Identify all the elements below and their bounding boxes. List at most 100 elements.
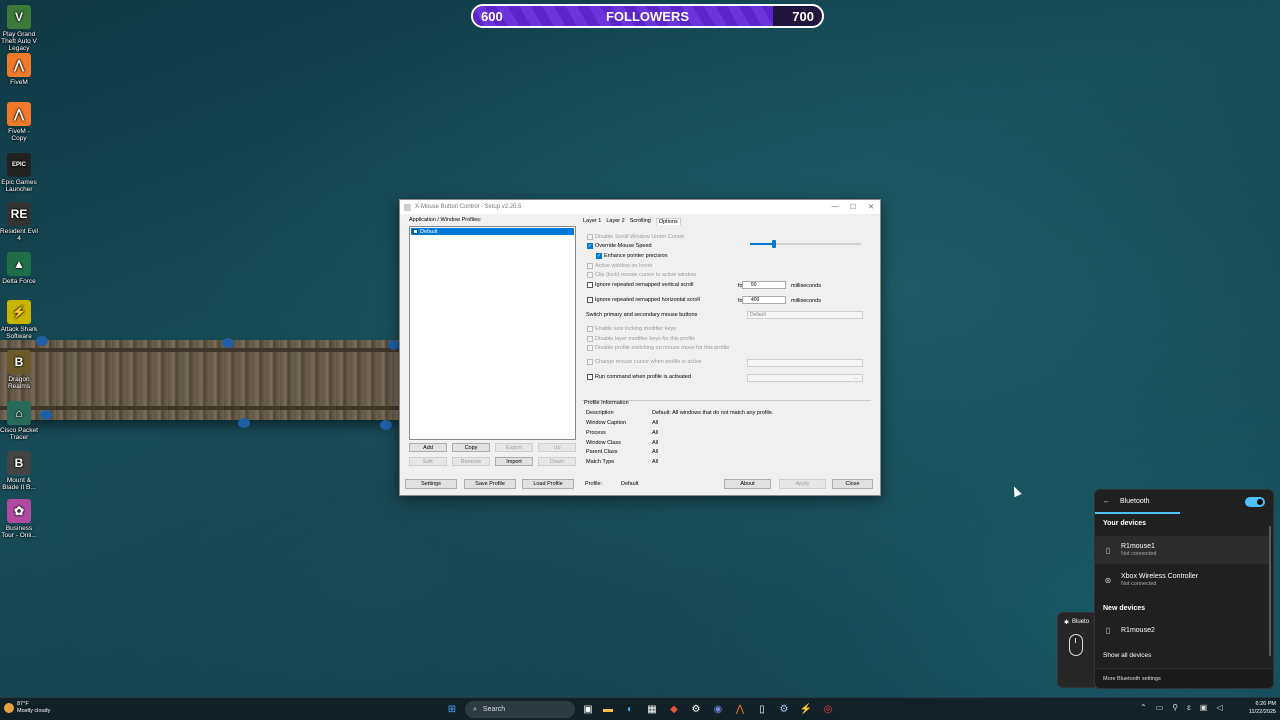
close-icon[interactable]: ✕ (862, 203, 880, 211)
option-disable-scroll[interactable]: Disable Scroll Window Under Cursor (587, 234, 684, 240)
minimize-icon[interactable]: — (826, 203, 844, 211)
add-button[interactable]: Add (409, 443, 447, 452)
xmbc-taskbar-icon[interactable]: ▯ (754, 702, 770, 717)
about-button[interactable]: About (724, 479, 771, 489)
run-command-input[interactable]: ... (747, 374, 863, 382)
slider-thumb[interactable] (772, 240, 776, 248)
bluetooth-notification-card[interactable]: ✱ Blueto (1057, 612, 1095, 688)
apply-button[interactable]: Apply (779, 479, 826, 489)
discord-icon[interactable]: ◉ (710, 702, 726, 717)
device-item-xbox-controller[interactable]: ⊛ Xbox Wireless Controller Not connected (1095, 566, 1269, 594)
attack-shark-icon[interactable]: ⚡ (798, 702, 814, 717)
checkbox-icon[interactable] (587, 234, 593, 240)
close-button[interactable]: Close (832, 479, 873, 489)
checkbox-icon[interactable] (587, 263, 593, 269)
checkbox-icon[interactable]: ✓ (587, 243, 593, 249)
device-item-r1mouse1[interactable]: ▯ R1mouse1 Not connected (1095, 536, 1269, 564)
option-disable-layer-modifier[interactable]: Disable layer modifier keys for this pro… (587, 336, 695, 342)
camera-icon[interactable]: ▭ (1156, 703, 1164, 712)
edge-icon[interactable]: ◐ (622, 702, 638, 717)
profile-item-default[interactable]: Default (411, 228, 574, 235)
steam-icon[interactable]: ⚙ (776, 702, 792, 717)
settings-icon[interactable]: ⚙ (688, 702, 704, 717)
desktop-icon[interactable]: EPIC Epic Games Launcher (0, 153, 38, 193)
desktop-icon-label: Delta Force (2, 278, 36, 285)
desktop-icon[interactable]: ⌂ Cisco Packet Tracer (0, 401, 38, 441)
obs-icon[interactable]: ◎ (820, 702, 836, 717)
fivem-icon[interactable]: ⋀ (732, 702, 748, 717)
tab-layer-1[interactable]: Layer 1 (583, 218, 601, 225)
checkbox-icon[interactable] (587, 359, 593, 365)
tab-layer-2[interactable]: Layer 2 (606, 218, 624, 225)
back-arrow-icon[interactable]: ← (1103, 498, 1110, 505)
checkbox-icon[interactable]: ✓ (596, 253, 602, 259)
tab-scrolling[interactable]: Scrolling (630, 218, 651, 225)
down-button[interactable]: Down (538, 457, 576, 466)
switch-buttons-select[interactable]: Default (747, 311, 863, 319)
bluetooth-toggle[interactable] (1245, 497, 1265, 507)
checkbox-icon[interactable] (587, 282, 593, 288)
scrollbar[interactable] (1269, 526, 1271, 656)
option-enhance-precision[interactable]: ✓ Enhance pointer precision (596, 253, 668, 259)
checkbox-icon[interactable] (587, 374, 593, 380)
desktop-icon[interactable]: B Mount & Blade II B... (0, 451, 38, 491)
checkbox-icon[interactable] (413, 229, 418, 234)
mouse-speed-slider[interactable] (750, 240, 861, 248)
option-change-cursor[interactable]: Change mouse cursor when profile is acti… (587, 359, 702, 365)
checkbox-icon[interactable] (587, 272, 593, 278)
option-ignore-horizontal[interactable]: Ignore repeated remapped horizontal scro… (587, 297, 700, 303)
load-profile-button[interactable]: Load Profile (522, 479, 574, 489)
start-icon[interactable]: ⊞ (444, 702, 460, 717)
export-button[interactable]: Export (495, 443, 533, 452)
file-explorer-icon[interactable]: ▬ (600, 702, 616, 717)
desktop-icon[interactable]: ▲ Delta Force (0, 252, 38, 285)
option-axis-locking[interactable]: Enable axis locking modifier keys (587, 326, 676, 332)
desktop-icon[interactable]: ✿ Business Tour - Onli... (0, 499, 38, 539)
option-run-command[interactable]: Run command when profile is activated (587, 374, 691, 380)
settings-button[interactable]: Settings (405, 479, 457, 489)
option-ignore-vertical[interactable]: Ignore repeated remapped vertical scroll (587, 282, 693, 288)
language-icon[interactable]: ɛ (1187, 703, 1191, 712)
copy-button[interactable]: Copy (452, 443, 490, 452)
store-icon[interactable]: ▦ (644, 702, 660, 717)
desktop-icon[interactable]: ⋀ FiveM (0, 53, 38, 86)
task-view-icon[interactable]: ▣ (580, 702, 596, 717)
cursor-select[interactable] (747, 359, 863, 367)
show-all-devices-link[interactable]: Show all devices (1103, 652, 1151, 659)
more-bluetooth-settings-link[interactable]: More Bluetooth settings (1095, 668, 1273, 688)
desktop-icon[interactable]: V Play Grand Theft Auto V Legacy (0, 5, 38, 52)
checkbox-icon[interactable] (587, 297, 593, 303)
profiles-list[interactable]: Default (409, 226, 576, 440)
brave-icon[interactable]: ◆ (666, 702, 682, 717)
desktop-icon[interactable]: ⚡ Attack Shark Software (0, 300, 38, 340)
option-active-on-hover[interactable]: Active window on hover (587, 263, 653, 269)
up-button[interactable]: Up (538, 443, 576, 452)
desktop-icon[interactable]: B Dragon Realms (0, 350, 38, 390)
taskbar-search[interactable]: ⌕ Search (465, 701, 575, 718)
edit-button[interactable]: Edit (409, 457, 447, 466)
import-button[interactable]: Import (495, 457, 533, 466)
clock[interactable]: 6:26 PM 11/22/2025 (1249, 700, 1276, 716)
checkbox-icon[interactable] (587, 326, 593, 332)
game-icon: B (7, 350, 31, 374)
checkbox-icon[interactable] (587, 345, 593, 351)
remove-button[interactable]: Remove (452, 457, 490, 466)
device-item-r1mouse2[interactable]: ▯ R1mouse2 (1095, 616, 1269, 644)
horizontal-ms-input[interactable]: 400 (742, 296, 786, 304)
desktop-icon[interactable]: RE Resident Evil 4 (0, 202, 38, 242)
volume-icon[interactable]: ◁ (1216, 703, 1222, 712)
xmbc-title-bar[interactable]: X-Mouse Button Control - Setup v2.20.5 —… (400, 200, 880, 214)
option-disable-profile-switching[interactable]: Disable profile switching on mouse move … (587, 345, 729, 351)
option-clip-cursor[interactable]: Clip (lock) mouse cursor to active windo… (587, 272, 696, 278)
checkbox-icon[interactable] (587, 336, 593, 342)
network-icon[interactable]: ▣ (1200, 703, 1208, 712)
chevron-up-icon[interactable]: ⌃ (1140, 703, 1147, 712)
save-profile-button[interactable]: Save Profile (464, 479, 516, 489)
option-override-speed[interactable]: ✓ Override Mouse Speed (587, 243, 652, 249)
weather-widget[interactable]: 87°F Mostly cloudy (4, 701, 50, 715)
vertical-ms-input[interactable]: 50 (742, 281, 786, 289)
maximize-icon[interactable]: ☐ (844, 203, 862, 211)
tab-options[interactable]: Options (655, 218, 681, 225)
microphone-icon[interactable]: ⚲ (1172, 703, 1178, 712)
desktop-icon[interactable]: ⋀ FiveM - Copy (0, 102, 38, 142)
